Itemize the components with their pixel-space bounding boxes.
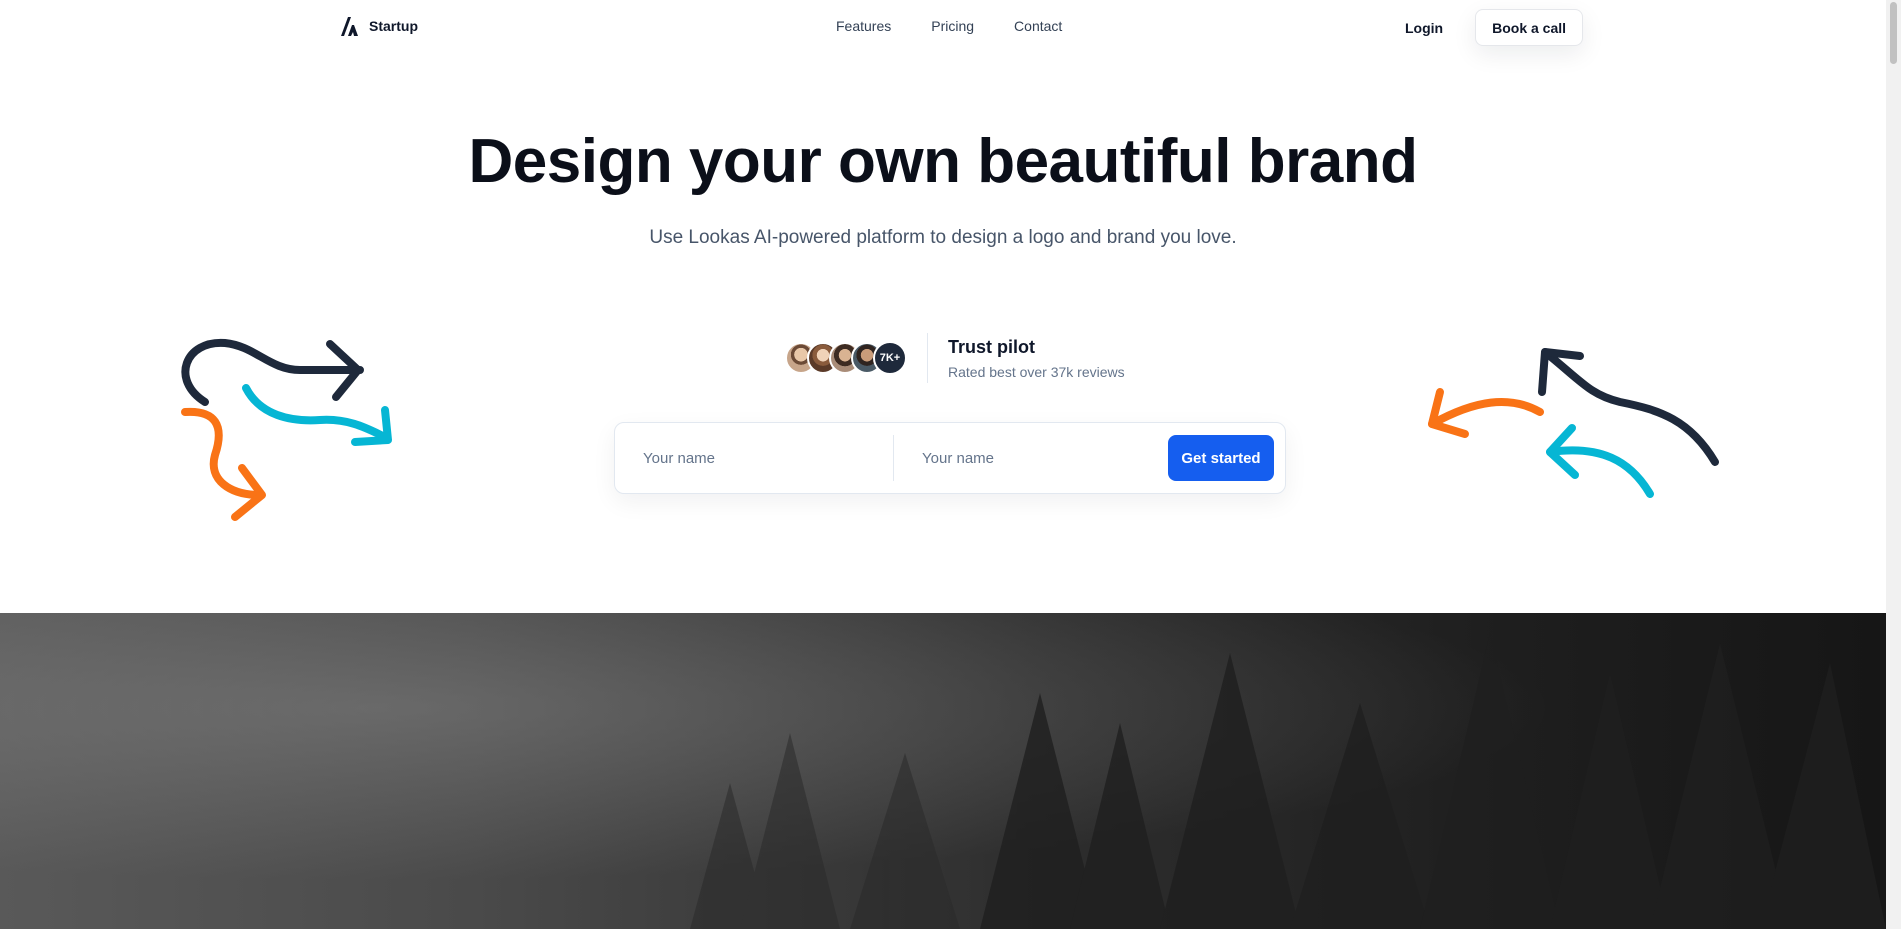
trust-subtitle: Rated best over 37k reviews	[948, 363, 1125, 380]
review-count-badge: 7K+	[873, 341, 907, 375]
cyan-wavy-arrow	[242, 384, 389, 441]
decorative-arrows-right	[1428, 348, 1719, 498]
login-link[interactable]: Login	[1405, 20, 1443, 36]
dark-curved-arrow	[1541, 348, 1719, 466]
orange-curved-arrow	[1428, 398, 1544, 428]
reviewer-avatars: 7K+	[785, 341, 907, 375]
trust-text: Trust pilot Rated best over 37k reviews	[948, 337, 1125, 380]
nav-actions: Login Book a call	[1405, 9, 1584, 46]
signup-form: Get started	[614, 422, 1286, 494]
name-input-1[interactable]	[643, 435, 903, 481]
trust-divider	[927, 333, 928, 383]
form-divider	[893, 435, 894, 481]
book-a-call-button[interactable]: Book a call	[1475, 9, 1584, 46]
decorative-arrows-left	[181, 338, 392, 521]
trust-title: Trust pilot	[948, 336, 1035, 357]
forest-trees-illustration	[690, 633, 1886, 929]
hero-forest-image	[0, 613, 1886, 929]
hero-subheadline: Use Lookas AI-powered platform to design…	[649, 227, 1237, 248]
scrollbar-thumb[interactable]	[1890, 2, 1897, 64]
brand-logo-link[interactable]: Startup	[339, 15, 418, 37]
brand-logo-icon	[341, 17, 358, 36]
get-started-button[interactable]: Get started	[1168, 435, 1274, 481]
nav-links: Features Pricing Contact	[836, 18, 1062, 34]
hero-headline: Design your own beautiful brand	[468, 127, 1418, 196]
nav-link-pricing[interactable]: Pricing	[931, 18, 974, 34]
brand-name: Startup	[369, 18, 418, 34]
page-scrollbar[interactable]	[1886, 0, 1901, 929]
cyan-curved-arrow	[1546, 446, 1654, 498]
trust-section: 7K+ Trust pilot Rated best over 37k revi…	[785, 333, 1125, 383]
name-input-2[interactable]	[922, 435, 1182, 481]
nav-link-contact[interactable]: Contact	[1014, 18, 1062, 34]
top-navigation: Startup Features Pricing Contact Login B…	[0, 0, 1886, 54]
nav-link-features[interactable]: Features	[836, 18, 891, 34]
